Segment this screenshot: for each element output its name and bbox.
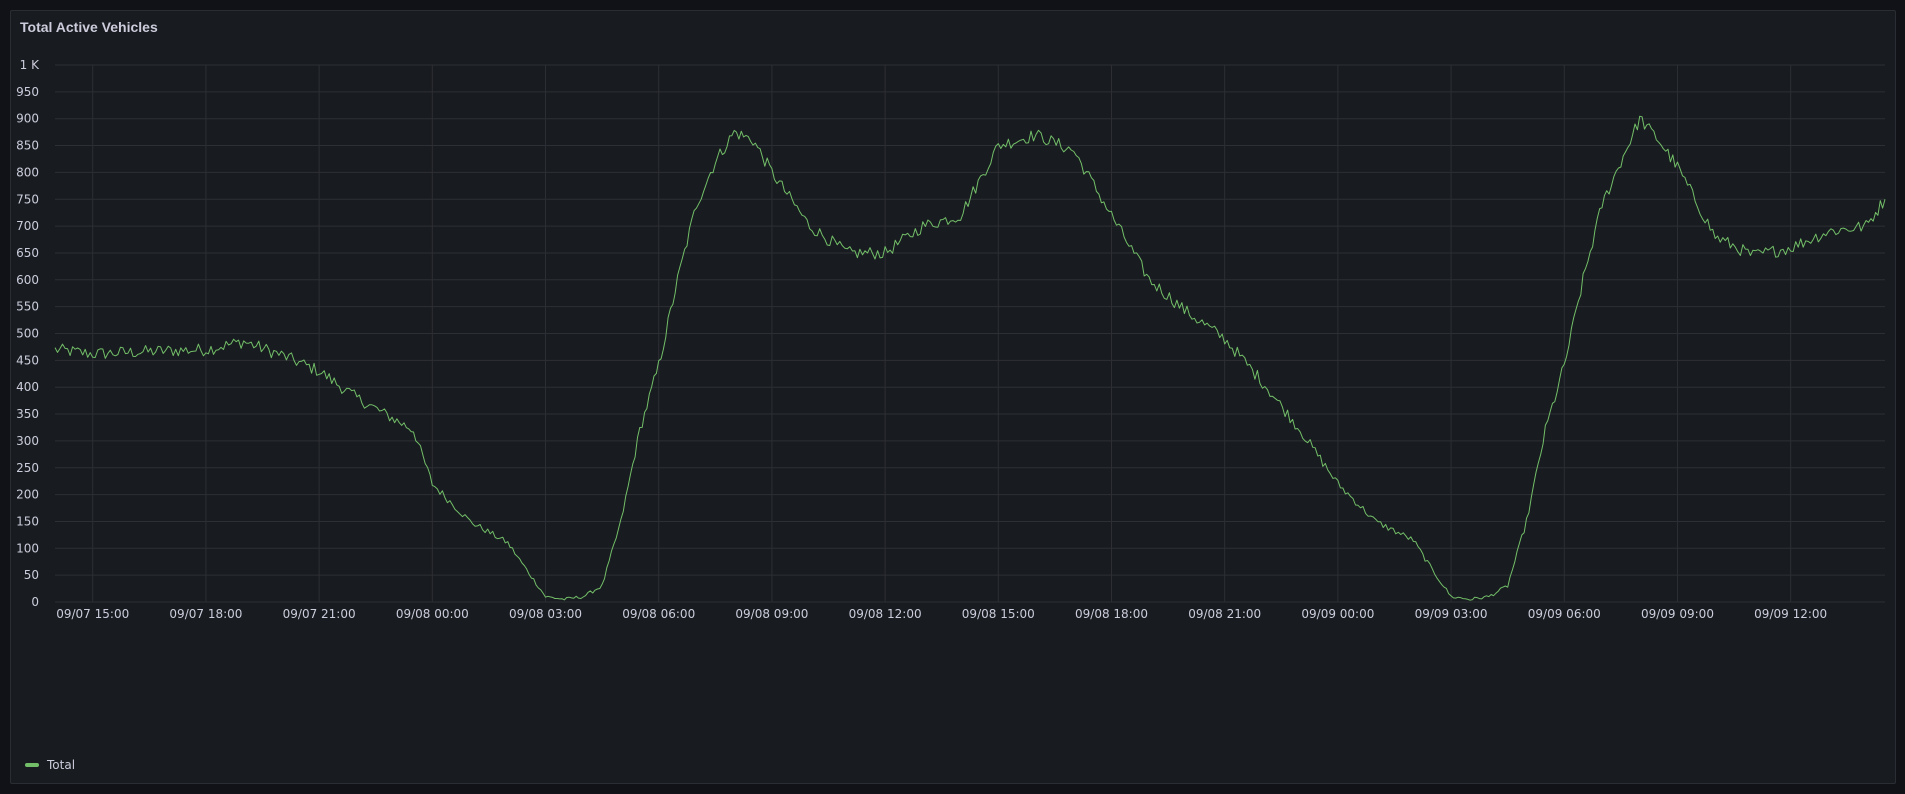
x-tick-label: 09/07 15:00 — [56, 607, 129, 621]
x-tick-label: 09/08 18:00 — [1075, 607, 1148, 621]
legend[interactable]: Total — [25, 758, 75, 772]
x-tick-label: 09/08 09:00 — [735, 607, 808, 621]
y-tick-label: 550 — [16, 300, 39, 314]
x-tick-label: 09/09 12:00 — [1754, 607, 1827, 621]
y-tick-label: 950 — [16, 85, 39, 99]
y-tick-label: 150 — [16, 514, 39, 528]
x-tick-label: 09/09 09:00 — [1641, 607, 1714, 621]
x-tick-label: 09/08 21:00 — [1188, 607, 1261, 621]
y-tick-label: 850 — [16, 139, 39, 153]
y-axis: 0 50 100 150 200 250 300 350 400 450 500 550 600 650 7… — [16, 58, 40, 609]
x-tick-label: 09/08 12:00 — [849, 607, 922, 621]
y-tick-label: 750 — [16, 192, 39, 206]
y-tick-label: 300 — [16, 434, 39, 448]
y-tick-label: 50 — [24, 568, 39, 582]
y-tick-label: 350 — [16, 407, 39, 421]
x-tick-label: 09/08 00:00 — [396, 607, 469, 621]
legend-label-total[interactable]: Total — [47, 758, 75, 772]
y-tick-label: 400 — [16, 380, 39, 394]
x-axis: 09/07 15:00 09/07 18:00 09/07 21:00 09/08 0… — [56, 607, 1827, 621]
y-tick-label: 0 — [31, 595, 39, 609]
y-tick-label: 100 — [16, 541, 39, 555]
y-tick-label: 250 — [16, 461, 39, 475]
legend-swatch — [25, 763, 39, 767]
series-group — [54, 115, 1886, 601]
chart-panel: Total Active Vehicles 0 50 100 150 200 250 300… — [10, 10, 1896, 784]
grid-lines — [55, 64, 1885, 603]
x-tick-label: 09/09 06:00 — [1528, 607, 1601, 621]
y-tick-label: 800 — [16, 165, 39, 179]
x-tick-label: 09/07 21:00 — [283, 607, 356, 621]
y-tick-label: 450 — [16, 353, 39, 367]
y-tick-label: 200 — [16, 488, 39, 502]
x-tick-label: 09/09 00:00 — [1301, 607, 1374, 621]
y-tick-label: 900 — [16, 112, 39, 126]
x-tick-label: 09/09 03:00 — [1415, 607, 1488, 621]
y-tick-label: 700 — [16, 219, 39, 233]
y-tick-label: 500 — [16, 327, 39, 341]
series-line-total — [54, 115, 1886, 601]
x-tick-label: 09/08 15:00 — [962, 607, 1035, 621]
x-tick-label: 09/07 18:00 — [169, 607, 242, 621]
line-chart: 0 50 100 150 200 250 300 350 400 450 500 550 600 650 7… — [16, 58, 1886, 621]
y-tick-label: 600 — [16, 273, 39, 287]
y-tick-label: 1 K — [20, 58, 40, 72]
y-tick-label: 650 — [16, 246, 39, 260]
x-tick-label: 09/08 03:00 — [509, 607, 582, 621]
x-tick-label: 09/08 06:00 — [622, 607, 695, 621]
